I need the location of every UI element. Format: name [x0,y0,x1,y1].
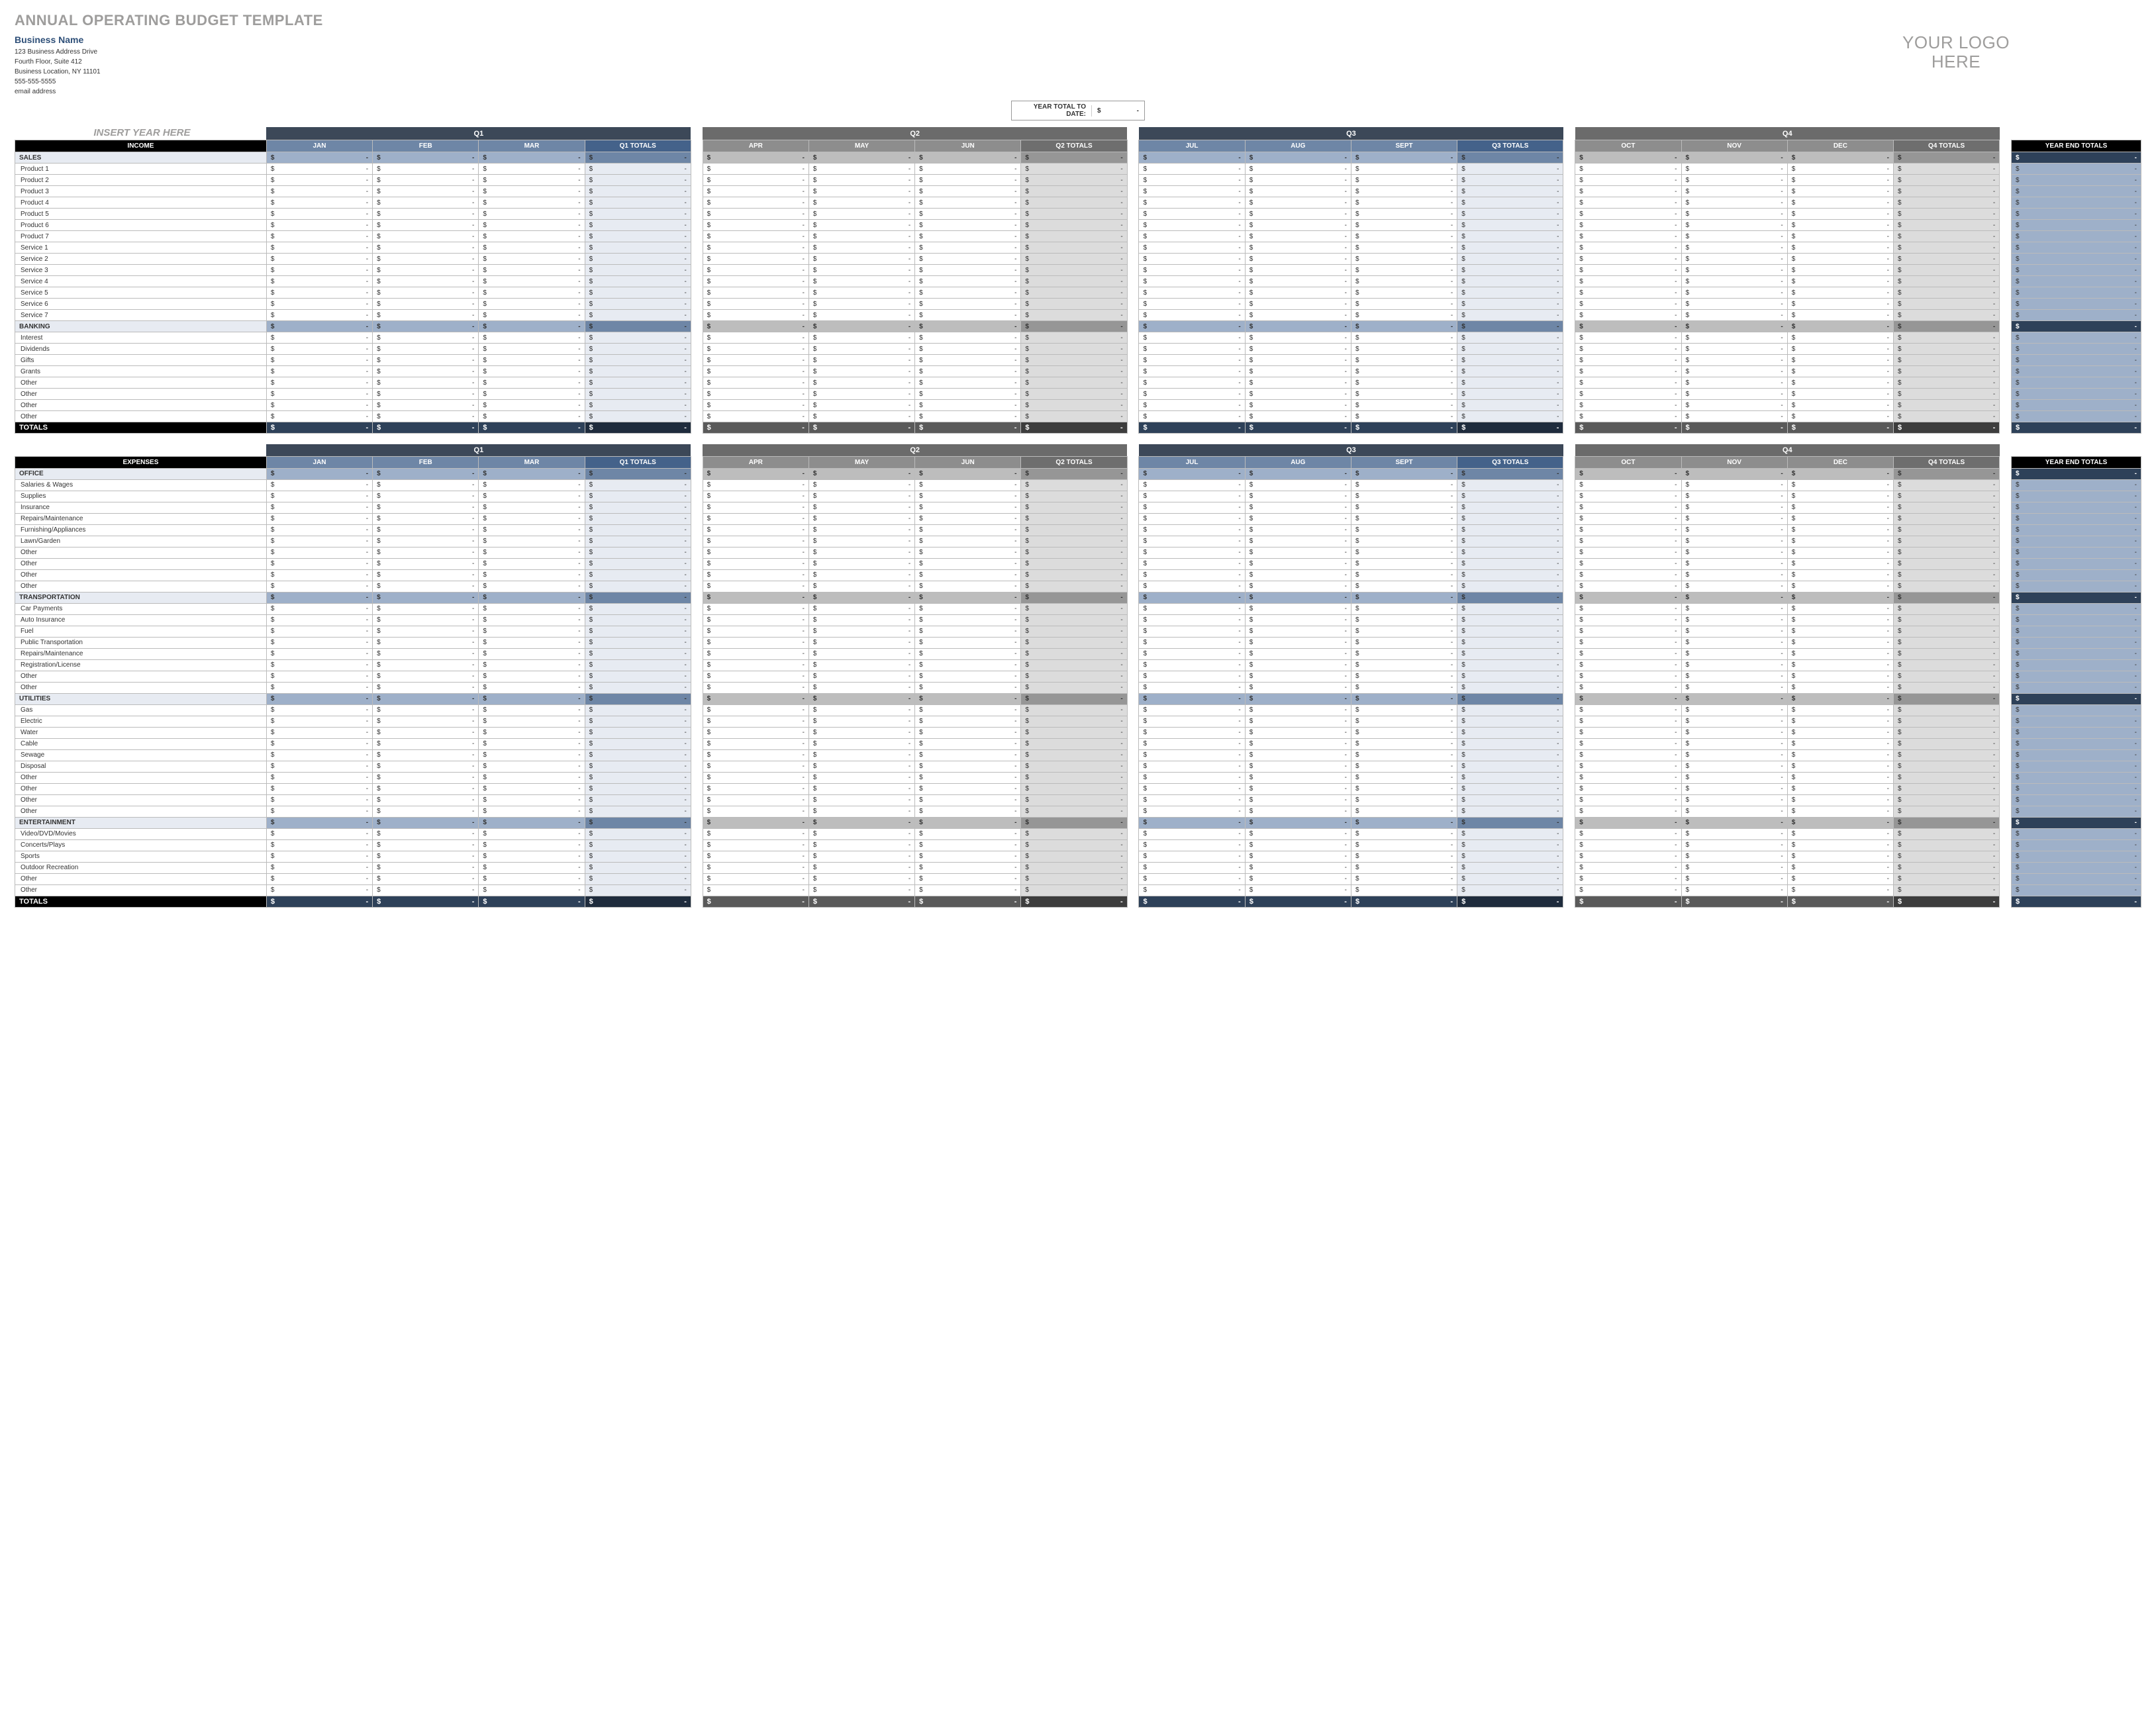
data-row[interactable]: Concerts/Plays$-$-$-$-$-$-$-$-$-$-$-$-$-… [15,839,2141,851]
insert-year[interactable]: INSERT YEAR HERE [91,127,190,138]
data-row[interactable]: Supplies$-$-$-$-$-$-$-$-$-$-$-$-$-$-$-$-… [15,491,2141,502]
data-row[interactable]: Service 3$-$-$-$-$-$-$-$-$-$-$-$-$-$-$-$… [15,265,2141,276]
data-row[interactable]: Product 7$-$-$-$-$-$-$-$-$-$-$-$-$-$-$-$… [15,231,2141,242]
quarter-header-row: Q1Q2Q3Q4 [15,444,2141,456]
data-row[interactable]: Insurance$-$-$-$-$-$-$-$-$-$-$-$-$-$-$-$… [15,502,2141,513]
data-row[interactable]: Fuel$-$-$-$-$-$-$-$-$-$-$-$-$-$-$-$-$- [15,626,2141,637]
data-row[interactable]: Other$-$-$-$-$-$-$-$-$-$-$-$-$-$-$-$-$- [15,682,2141,693]
budget-table: INSERT YEAR HEREQ1Q2Q3Q4INCOMEJANFEBMARQ… [15,127,2141,434]
data-row[interactable]: Product 5$-$-$-$-$-$-$-$-$-$-$-$-$-$-$-$… [15,209,2141,220]
data-row[interactable]: Other$-$-$-$-$-$-$-$-$-$-$-$-$-$-$-$-$- [15,411,2141,422]
data-row[interactable]: Other$-$-$-$-$-$-$-$-$-$-$-$-$-$-$-$-$- [15,389,2141,400]
data-row[interactable]: Gas$-$-$-$-$-$-$-$-$-$-$-$-$-$-$-$-$- [15,704,2141,716]
data-row[interactable]: Service 1$-$-$-$-$-$-$-$-$-$-$-$-$-$-$-$… [15,242,2141,254]
section-header-row: SALES$-$-$-$-$-$-$-$-$-$-$-$-$-$-$-$-$- [15,152,2141,164]
address-line-2: Fourth Floor, Suite 412 [15,57,101,67]
data-row[interactable]: Other$-$-$-$-$-$-$-$-$-$-$-$-$-$-$-$-$- [15,873,2141,884]
data-row[interactable]: Other$-$-$-$-$-$-$-$-$-$-$-$-$-$-$-$-$- [15,794,2141,806]
data-row[interactable]: Car Payments$-$-$-$-$-$-$-$-$-$-$-$-$-$-… [15,603,2141,614]
data-row[interactable]: Service 7$-$-$-$-$-$-$-$-$-$-$-$-$-$-$-$… [15,310,2141,321]
data-row[interactable]: Service 5$-$-$-$-$-$-$-$-$-$-$-$-$-$-$-$… [15,287,2141,299]
data-row[interactable]: Other$-$-$-$-$-$-$-$-$-$-$-$-$-$-$-$-$- [15,884,2141,896]
data-row[interactable]: Auto Insurance$-$-$-$-$-$-$-$-$-$-$-$-$-… [15,614,2141,626]
data-row[interactable]: Lawn/Garden$-$-$-$-$-$-$-$-$-$-$-$-$-$-$… [15,536,2141,547]
email: email address [15,87,101,97]
data-row[interactable]: Product 2$-$-$-$-$-$-$-$-$-$-$-$-$-$-$-$… [15,175,2141,186]
data-row[interactable]: Dividends$-$-$-$-$-$-$-$-$-$-$-$-$-$-$-$… [15,344,2141,355]
data-row[interactable]: Repairs/Maintenance$-$-$-$-$-$-$-$-$-$-$… [15,648,2141,659]
year-total-to-date: YEAR TOTAL TO DATE: $- [1011,101,1145,120]
data-row[interactable]: Video/DVD/Movies$-$-$-$-$-$-$-$-$-$-$-$-… [15,828,2141,839]
data-row[interactable]: Other$-$-$-$-$-$-$-$-$-$-$-$-$-$-$-$-$- [15,772,2141,783]
data-row[interactable]: Service 4$-$-$-$-$-$-$-$-$-$-$-$-$-$-$-$… [15,276,2141,287]
data-row[interactable]: Other$-$-$-$-$-$-$-$-$-$-$-$-$-$-$-$-$- [15,400,2141,411]
data-row[interactable]: Product 6$-$-$-$-$-$-$-$-$-$-$-$-$-$-$-$… [15,220,2141,231]
month-header-row: EXPENSESJANFEBMARQ1 TOTALSAPRMAYJUNQ2 TO… [15,456,2141,468]
address-line-3: Business Location, NY 11101 [15,67,101,77]
section-header-row: ENTERTAINMENT$-$-$-$-$-$-$-$-$-$-$-$-$-$… [15,817,2141,828]
data-row[interactable]: Other$-$-$-$-$-$-$-$-$-$-$-$-$-$-$-$-$- [15,569,2141,581]
section-header-row: UTILITIES$-$-$-$-$-$-$-$-$-$-$-$-$-$-$-$… [15,693,2141,704]
budget-table: Q1Q2Q3Q4EXPENSESJANFEBMARQ1 TOTALSAPRMAY… [15,444,2141,908]
business-info: Business Name 123 Business Address Drive… [15,33,101,97]
data-row[interactable]: Interest$-$-$-$-$-$-$-$-$-$-$-$-$-$-$-$-… [15,332,2141,344]
totals-row: TOTALS$-$-$-$-$-$-$-$-$-$-$-$-$-$-$-$-$- [15,422,2141,434]
data-row[interactable]: Sports$-$-$-$-$-$-$-$-$-$-$-$-$-$-$-$-$- [15,851,2141,862]
data-row[interactable]: Electric$-$-$-$-$-$-$-$-$-$-$-$-$-$-$-$-… [15,716,2141,727]
logo-placeholder: YOUR LOGO HERE [1771,33,2141,71]
data-row[interactable]: Service 6$-$-$-$-$-$-$-$-$-$-$-$-$-$-$-$… [15,299,2141,310]
data-row[interactable]: Grants$-$-$-$-$-$-$-$-$-$-$-$-$-$-$-$-$- [15,366,2141,377]
data-row[interactable]: Other$-$-$-$-$-$-$-$-$-$-$-$-$-$-$-$-$- [15,581,2141,592]
data-row[interactable]: Product 1$-$-$-$-$-$-$-$-$-$-$-$-$-$-$-$… [15,164,2141,175]
section-header-row: TRANSPORTATION$-$-$-$-$-$-$-$-$-$-$-$-$-… [15,592,2141,603]
data-row[interactable]: Other$-$-$-$-$-$-$-$-$-$-$-$-$-$-$-$-$- [15,547,2141,558]
data-row[interactable]: Cable$-$-$-$-$-$-$-$-$-$-$-$-$-$-$-$-$- [15,738,2141,749]
data-row[interactable]: Product 4$-$-$-$-$-$-$-$-$-$-$-$-$-$-$-$… [15,197,2141,209]
data-row[interactable]: Other$-$-$-$-$-$-$-$-$-$-$-$-$-$-$-$-$- [15,806,2141,817]
data-row[interactable]: Furnishing/Appliances$-$-$-$-$-$-$-$-$-$… [15,524,2141,536]
data-row[interactable]: Sewage$-$-$-$-$-$-$-$-$-$-$-$-$-$-$-$-$- [15,749,2141,761]
data-row[interactable]: Outdoor Recreation$-$-$-$-$-$-$-$-$-$-$-… [15,862,2141,873]
data-row[interactable]: Repairs/Maintenance$-$-$-$-$-$-$-$-$-$-$… [15,513,2141,524]
page-title: ANNUAL OPERATING BUDGET TEMPLATE [15,12,2141,29]
data-row[interactable]: Other$-$-$-$-$-$-$-$-$-$-$-$-$-$-$-$-$- [15,377,2141,389]
data-row[interactable]: Water$-$-$-$-$-$-$-$-$-$-$-$-$-$-$-$-$- [15,727,2141,738]
data-row[interactable]: Product 3$-$-$-$-$-$-$-$-$-$-$-$-$-$-$-$… [15,186,2141,197]
data-row[interactable]: Other$-$-$-$-$-$-$-$-$-$-$-$-$-$-$-$-$- [15,783,2141,794]
address-line-1: 123 Business Address Drive [15,47,101,57]
data-row[interactable]: Public Transportation$-$-$-$-$-$-$-$-$-$… [15,637,2141,648]
data-row[interactable]: Disposal$-$-$-$-$-$-$-$-$-$-$-$-$-$-$-$-… [15,761,2141,772]
data-row[interactable]: Gifts$-$-$-$-$-$-$-$-$-$-$-$-$-$-$-$-$- [15,355,2141,366]
business-name: Business Name [15,33,101,47]
data-row[interactable]: Other$-$-$-$-$-$-$-$-$-$-$-$-$-$-$-$-$- [15,558,2141,569]
data-row[interactable]: Service 2$-$-$-$-$-$-$-$-$-$-$-$-$-$-$-$… [15,254,2141,265]
data-row[interactable]: Other$-$-$-$-$-$-$-$-$-$-$-$-$-$-$-$-$- [15,671,2141,682]
section-header-row: BANKING$-$-$-$-$-$-$-$-$-$-$-$-$-$-$-$-$… [15,321,2141,332]
section-header-row: OFFICE$-$-$-$-$-$-$-$-$-$-$-$-$-$-$-$-$- [15,468,2141,479]
data-row[interactable]: Registration/License$-$-$-$-$-$-$-$-$-$-… [15,659,2141,671]
month-header-row: INCOMEJANFEBMARQ1 TOTALSAPRMAYJUNQ2 TOTA… [15,140,2141,152]
phone: 555-555-5555 [15,77,101,87]
quarter-header-row: INSERT YEAR HEREQ1Q2Q3Q4 [15,127,2141,140]
totals-row: TOTALS$-$-$-$-$-$-$-$-$-$-$-$-$-$-$-$-$- [15,896,2141,907]
data-row[interactable]: Salaries & Wages$-$-$-$-$-$-$-$-$-$-$-$-… [15,479,2141,491]
